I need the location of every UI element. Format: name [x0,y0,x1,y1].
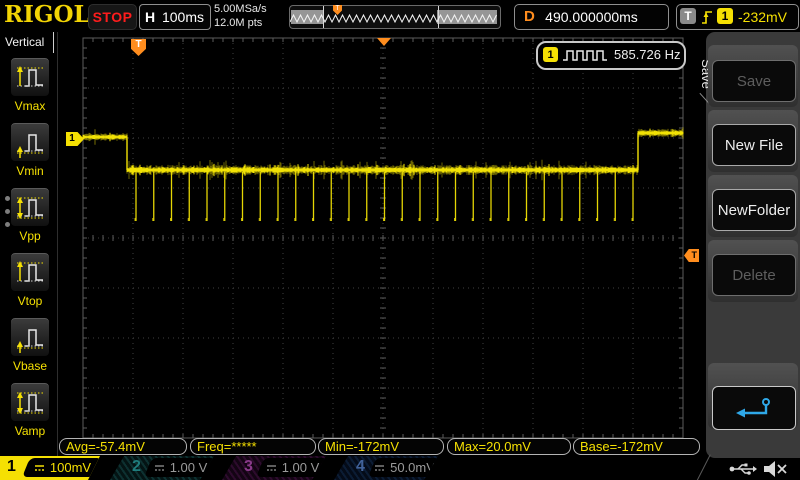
dc-coupling-icon [154,464,164,471]
counter-channel-badge: 1 [543,47,558,62]
save-button[interactable]: Save [712,60,796,102]
channel2-chip[interactable]: 2 1.00 V [110,456,214,480]
trigger-label: T [680,8,696,24]
timebase-value: 100ms [161,9,204,25]
menu-page-dot [5,222,10,227]
rigol-logo: RIGOL [4,1,90,28]
channel1-scale: 100mV [49,460,92,475]
channel3-chip[interactable]: 3 1.00 V [222,456,326,480]
memory-depth: 12.0M pts [214,17,263,29]
trigger-level-value: -232mV [738,9,788,25]
trigger-source-badge: 1 [717,8,733,24]
run-stop-status[interactable]: STOP [88,4,137,30]
menu-page-dot [5,196,10,201]
measure-item-label: Vamp [14,424,46,438]
dc-coupling-icon [34,464,44,471]
back-return-button[interactable] [712,386,796,430]
square-wave-icon [563,50,607,61]
sample-rate: 5.00MSa/s [214,3,267,15]
dc-coupling-icon [375,464,385,471]
channel4-chip[interactable]: 4 50.0mV [334,456,438,480]
measure-item-label: Vmin [16,164,44,178]
channel2-number: 2 [132,458,141,475]
measure-item-label: Vpp [19,229,41,243]
channel1-chip[interactable]: 1 100mV [0,456,100,480]
measure-item-label: Vtop [17,294,43,308]
channel4-number: 4 [356,458,365,475]
measurement-base: Base=-172mV [573,438,700,455]
channel1-number: 1 [7,458,16,475]
measure-item-vtop[interactable]: Vtop [9,252,51,314]
measurement-avg: Avg=-57.4mV [59,438,187,455]
measure-item-vpp[interactable]: Vpp [9,187,51,249]
delete-button[interactable]: Delete [712,254,796,296]
delay-label: D [524,8,535,25]
measure-item-vbase[interactable]: Vbase [9,317,51,379]
waveform-overview-bar[interactable]: T [289,5,501,29]
measurement-max: Max=20.0mV [447,438,571,455]
horizontal-label: H [145,9,156,25]
vamp-icon [17,392,44,414]
measurement-freq: Freq=***** [190,438,316,455]
vtop-icon [17,261,44,282]
bottom-right-separator [696,454,711,480]
delay-value: 490.000000ms [545,9,638,25]
measure-item-vmax[interactable]: Vmax [9,57,51,119]
channel2-scale: 1.00 V [169,460,208,475]
vpp-icon [17,197,44,219]
new-file-button[interactable]: New File [712,124,796,166]
menu-page-dot [5,209,10,214]
frequency-counter-badge: 1 585.726 Hz [536,41,686,70]
left-menu-title-edge [53,32,54,53]
left-menu-title: Vertical [5,35,45,49]
vmax-icon [17,66,44,87]
ch1-waveform-trace [82,127,684,221]
horizontal-timebase-box[interactable]: H 100ms [139,4,211,30]
channel4-scale: 50.0mV [390,460,435,475]
channel3-scale: 1.00 V [281,460,320,475]
trigger-status-box[interactable]: T 1 -232mV [676,4,799,30]
return-arrow-icon [736,398,770,418]
new-folder-button[interactable]: NewFolder [712,189,796,231]
overview-waveform [290,13,497,24]
measure-item-vmin[interactable]: Vmin [9,122,51,184]
measure-item-label: Vbase [12,359,48,373]
speaker-muted-icon [764,461,787,477]
acquisition-info: 5.00MSa/s 12.0M pts [214,2,267,30]
vmin-icon [17,134,44,158]
vbase-icon [17,329,44,353]
dc-coupling-icon [266,464,276,471]
measurement-min: Min=-172mV [318,438,444,455]
usb-icon [729,463,757,475]
channel3-number: 3 [244,458,253,475]
delay-box[interactable]: 490.000000ms D [514,4,669,30]
counter-frequency-value: 585.726 Hz [614,47,681,62]
horizontal-center-marker-icon [377,38,391,46]
measure-item-label: Vmax [14,99,46,113]
oscilloscope-screen: RIGOL STOP H 100ms 5.00MSa/s 12.0M pts T… [0,0,800,480]
measure-item-vamp[interactable]: Vamp [9,382,51,444]
rising-edge-icon [702,11,712,24]
